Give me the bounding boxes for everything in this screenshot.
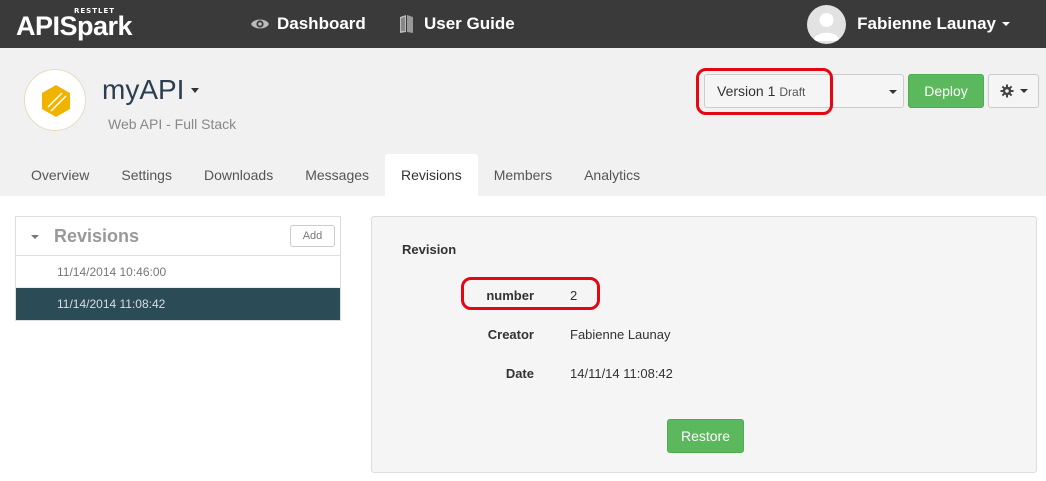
tab-overview[interactable]: Overview [15,154,105,196]
restore-button[interactable]: Restore [667,419,744,453]
logo-brand-text: APISpark [16,11,133,41]
user-menu[interactable]: Fabienne Launay [807,4,1010,44]
revision-list-item-selected[interactable]: 11/14/2014 11:08:42 [16,288,340,320]
nav-user-guide-link[interactable]: User Guide [397,13,515,35]
creator-value: Fabienne Launay [570,327,671,342]
api-name: myAPI [102,74,185,105]
revisions-panel-header[interactable]: Revisions Add [16,217,340,256]
revisions-panel: Revisions Add 11/14/2014 10:46:00 11/14/… [15,216,341,321]
add-revision-button[interactable]: Add [290,225,335,247]
number-highlight-annotation [461,277,600,310]
deploy-button[interactable]: Deploy [908,74,984,108]
tab-messages[interactable]: Messages [289,154,385,196]
revisions-panel-title: Revisions [54,226,140,246]
avatar [807,4,847,44]
user-silhouette-icon [813,12,841,41]
nav-dashboard-link[interactable]: Dashboard [250,13,366,35]
nav-dashboard-label: Dashboard [277,14,366,33]
creator-label: Creator [487,327,534,342]
revision-list-item[interactable]: 11/14/2014 10:46:00 [16,256,340,288]
top-navbar: RESTLET APISpark Dashboard User Guide Fa… [0,0,1046,48]
settings-dropdown-button[interactable] [988,74,1039,108]
apispark-logo[interactable]: RESTLET APISpark [16,7,151,43]
gear-icon [1000,84,1013,98]
tab-revisions[interactable]: Revisions [385,154,478,196]
tab-members[interactable]: Members [478,154,568,196]
api-header: myAPI Web API - Full Stack Version 1 Draf… [0,48,1046,196]
chevron-down-icon [1019,89,1028,93]
version-highlight-annotation [696,68,833,115]
book-icon [397,14,417,34]
api-subtitle: Web API - Full Stack [108,116,237,132]
hexagon-icon [42,85,70,117]
date-label: Date [505,366,534,381]
chevron-down-icon [889,90,897,94]
date-value: 14/11/14 11:08:42 [570,366,673,381]
eye-icon [250,14,270,34]
revision-detail-heading: Revision [402,242,457,257]
tab-analytics[interactable]: Analytics [568,154,656,196]
chevron-down-icon [1002,22,1010,26]
tab-settings[interactable]: Settings [105,154,188,196]
api-logo [24,69,86,131]
nav-user-guide-label: User Guide [424,14,515,33]
revision-detail-panel: Revision number 2 Creator Fabienne Launa… [371,216,1037,473]
user-name: Fabienne Launay [857,14,996,33]
tab-downloads[interactable]: Downloads [188,154,289,196]
chevron-down-icon [31,235,39,239]
chevron-down-icon [191,87,200,93]
api-name-dropdown[interactable]: myAPI [102,74,200,106]
api-tabs: Overview Settings Downloads Messages Rev… [15,154,656,196]
